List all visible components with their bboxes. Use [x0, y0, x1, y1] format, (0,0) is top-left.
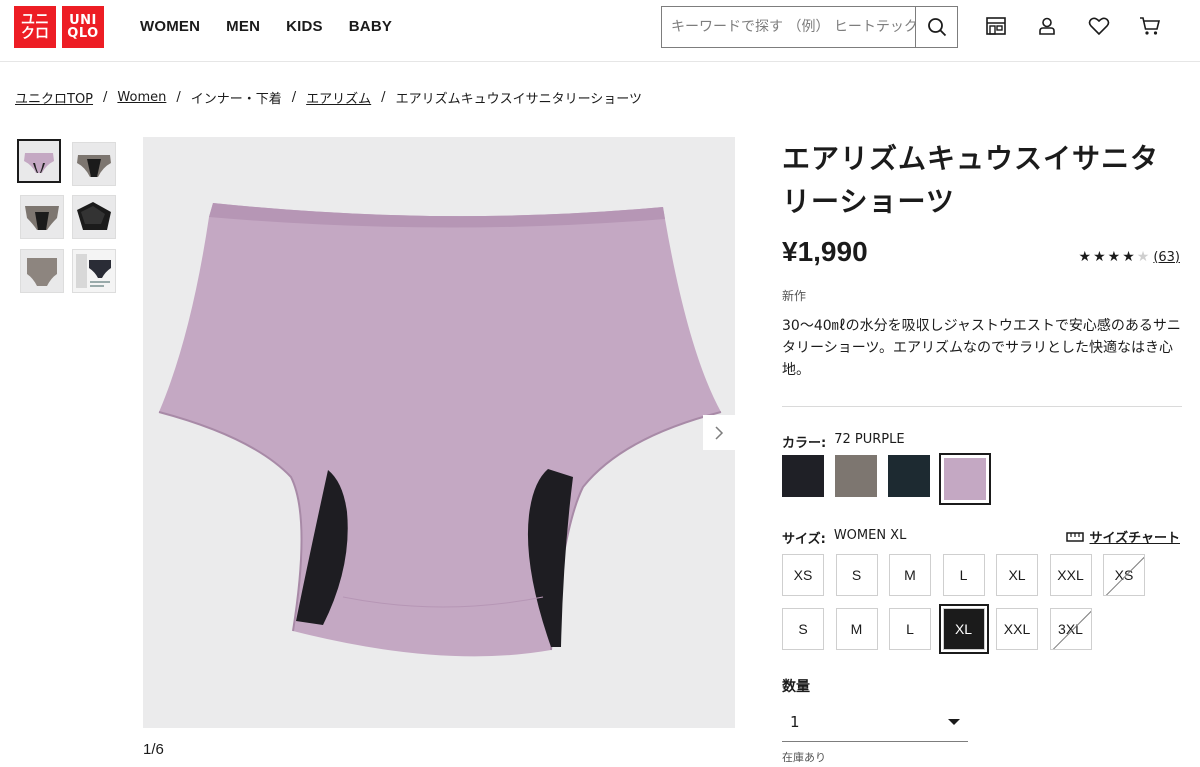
size-option-xxl[interactable]: XXL — [996, 608, 1038, 650]
image-counter: 1/6 — [143, 741, 164, 758]
site-header: ユニ クロ UNI QLO WOMEN MEN KIDS BABY — [0, 0, 1200, 62]
ruler-icon — [1065, 531, 1084, 542]
size-label: サイズ: WOMEN XL — [782, 528, 906, 547]
star-empty-icon: ★ — [1136, 249, 1150, 265]
nav-kids[interactable]: KIDS — [286, 18, 323, 35]
star-filled-icon: ★ — [1078, 249, 1092, 265]
uniqlo-logo-jp[interactable]: ユニ クロ — [14, 6, 56, 48]
size-chart-link[interactable]: サイズチャート — [1065, 527, 1180, 546]
size-value: WOMEN XL — [833, 528, 907, 543]
size-option-xl[interactable]: XL — [938, 604, 989, 654]
nav-men[interactable]: MEN — [226, 18, 260, 35]
search-icon — [927, 18, 946, 37]
rating[interactable]: ★ ★ ★ ★ ★ (63) — [1079, 249, 1181, 265]
chevron-right-icon — [715, 425, 724, 440]
logo-jp-line1: ユニ — [21, 12, 49, 28]
main-nav: WOMEN MEN KIDS BABY — [140, 18, 418, 35]
nav-baby[interactable]: BABY — [349, 18, 392, 35]
uniqlo-logo-en[interactable]: UNI QLO — [62, 6, 104, 48]
size-option-s[interactable]: S — [835, 554, 878, 596]
nav-women[interactable]: WOMEN — [140, 18, 200, 35]
logo-en-line2: QLO — [67, 26, 99, 41]
breadcrumb-link-women[interactable]: Women — [117, 90, 166, 105]
logo-jp-line2: クロ — [21, 26, 49, 42]
size-option-l[interactable]: L — [942, 554, 985, 596]
color-label-key: カラー: — [782, 436, 827, 451]
size-option-m[interactable]: M — [835, 608, 878, 650]
product-price: ¥1,990 — [782, 236, 868, 267]
size-label-key: サイズ: — [782, 532, 826, 547]
rating-stars: ★ ★ ★ ★ ★ — [1079, 249, 1150, 265]
size-option-m[interactable]: M — [889, 554, 931, 596]
breadcrumb-separator: / — [103, 90, 108, 105]
divider — [782, 406, 1182, 407]
size-option-xl[interactable]: XL — [996, 554, 1038, 596]
size-option-xxl[interactable]: XXL — [1049, 554, 1092, 596]
color-swatch-purple[interactable] — [939, 453, 991, 505]
color-swatch-gray[interactable] — [835, 455, 877, 497]
product-main-image[interactable] — [143, 137, 735, 728]
breadcrumb-separator: / — [291, 90, 297, 105]
size-chart-label: サイズチャート — [1089, 531, 1180, 546]
stock-status: 在庫あり — [782, 751, 826, 764]
thumbnail-2[interactable] — [72, 142, 116, 186]
size-option-xs[interactable]: XS — [1103, 554, 1145, 596]
search-input[interactable] — [662, 7, 916, 47]
size-option-xs[interactable]: XS — [782, 554, 824, 596]
star-filled-icon: ★ — [1093, 249, 1106, 265]
search-box — [661, 6, 958, 48]
new-badge: 新作 — [782, 289, 807, 303]
size-option-s[interactable]: S — [782, 608, 824, 650]
thumbnail-5[interactable] — [20, 249, 64, 293]
thumbnail-3[interactable] — [20, 195, 64, 239]
color-swatch-black[interactable] — [782, 455, 824, 497]
rating-count[interactable]: (63) — [1153, 250, 1180, 265]
breadcrumb-current: エアリズムキュウスイサニタリーショーツ — [395, 92, 643, 107]
breadcrumb-link-top[interactable]: ユニクロTOP — [15, 88, 93, 107]
color-label: カラー: 72 PURPLE — [782, 432, 905, 451]
next-image-button[interactable] — [703, 415, 735, 450]
product-title: エアリズムキュウスイサニタリーショーツ — [782, 142, 1160, 218]
thumbnail-4[interactable] — [72, 195, 116, 239]
caret-down-icon — [948, 718, 960, 725]
color-value: 72 PURPLE — [834, 432, 905, 447]
quantity-value: 1 — [790, 712, 800, 731]
store-icon[interactable] — [984, 14, 1008, 38]
star-filled-icon: ★ — [1107, 249, 1121, 265]
product-shorts-illustration — [143, 137, 735, 728]
search-button[interactable] — [915, 7, 957, 47]
product-description: 30〜40㎖の水分を吸収しジャストウエストで安心感のあるサニタリーショーツ。エア… — [782, 318, 1181, 378]
size-option-l[interactable]: L — [889, 608, 931, 650]
quantity-label: 数量 — [782, 679, 810, 695]
size-option-3xl[interactable]: 3XL — [1049, 608, 1092, 650]
wishlist-heart-icon[interactable] — [1087, 14, 1111, 38]
breadcrumb-item-inner: インナー・下着 — [190, 92, 282, 107]
star-filled-icon: ★ — [1122, 249, 1135, 265]
breadcrumb-separator: / — [176, 90, 181, 105]
breadcrumb-separator: / — [381, 90, 386, 105]
quantity-select[interactable]: 1 — [782, 702, 968, 742]
thumbnail-6[interactable] — [72, 249, 116, 293]
account-icon[interactable] — [1035, 14, 1059, 38]
cart-icon[interactable] — [1138, 14, 1162, 38]
breadcrumb: ユニクロTOP / Women / インナー・下着 / エアリズム / エアリズ… — [15, 88, 642, 107]
color-swatch-navy[interactable] — [888, 455, 930, 497]
thumbnail-1[interactable] — [17, 139, 61, 183]
breadcrumb-link-airism[interactable]: エアリズム — [306, 88, 371, 107]
